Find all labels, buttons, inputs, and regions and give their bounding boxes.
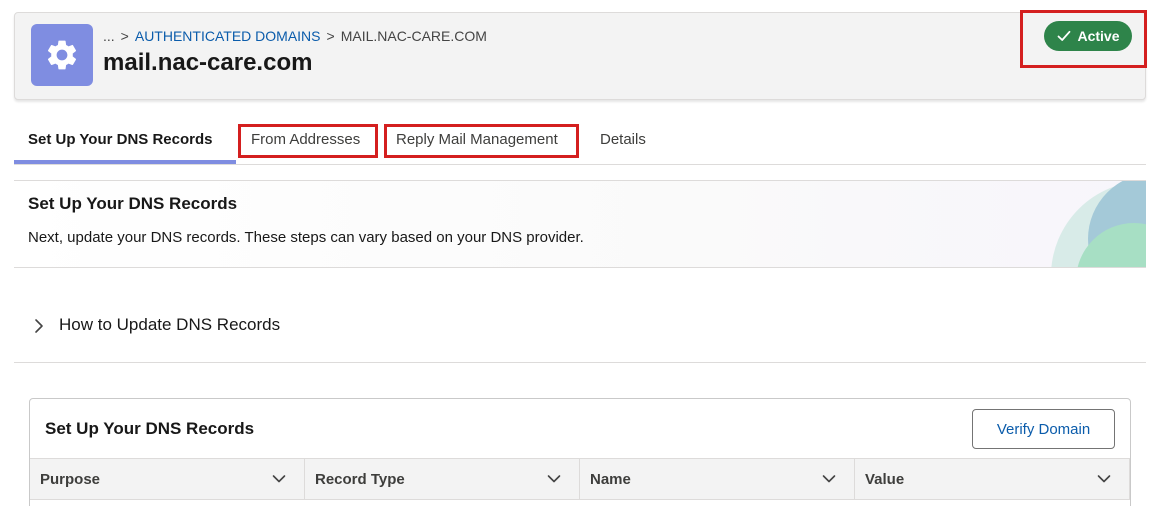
column-label: Purpose [40,470,101,488]
status-badge: Active [1044,21,1132,51]
verify-domain-button[interactable]: Verify Domain [972,409,1115,449]
tab-details[interactable]: Details [600,115,646,164]
chevron-down-icon[interactable] [272,474,286,484]
breadcrumb-current: MAIL.NAC-CARE.COM [340,28,487,44]
breadcrumb-link-authenticated-domains[interactable]: AUTHENTICATED DOMAINS [135,28,321,44]
accordion-label: How to Update DNS Records [59,315,281,334]
check-icon [1058,30,1071,41]
chevron-down-icon[interactable] [1097,474,1111,484]
table-header: Purpose Record Type Name Value [30,458,1130,500]
intro-banner: Set Up Your DNS Records Next, update you… [14,180,1146,268]
column-label: Name [590,470,631,488]
decorative-illustration [1051,181,1146,267]
breadcrumb-separator: > [120,28,129,44]
status-highlight-box: Active [1020,10,1147,68]
chevron-down-icon[interactable] [547,474,561,484]
tab-highlight-box [238,124,378,158]
dns-records-card: Set Up Your DNS Records Verify Domain Pu… [29,398,1131,506]
chevron-down-icon[interactable] [822,474,836,484]
tab-set-up-dns-records[interactable]: Set Up Your DNS Records [28,115,212,164]
status-label: Active [1077,28,1120,44]
breadcrumb-ellipsis[interactable]: ... [103,28,115,44]
page-title: mail.nac-care.com [103,49,313,76]
column-label: Value [865,470,905,488]
column-header-name[interactable]: Name [580,459,855,499]
column-header-purpose[interactable]: Purpose [30,459,305,499]
breadcrumb-separator: > [326,28,335,44]
active-tab-indicator [14,160,236,164]
column-header-value[interactable]: Value [855,459,1130,499]
column-label: Record Type [315,470,405,488]
intro-description: Next, update your DNS records. These ste… [28,229,584,246]
tab-highlight-box [384,124,579,158]
intro-title: Set Up Your DNS Records [28,194,238,213]
breadcrumb: ... > AUTHENTICATED DOMAINS > MAIL.NAC-C… [103,28,487,44]
gear-icon [47,40,77,70]
records-card-title: Set Up Your DNS Records [45,419,255,438]
record-header: ... > AUTHENTICATED DOMAINS > MAIL.NAC-C… [14,10,1147,100]
app-icon [31,24,93,86]
tab-bar: Set Up Your DNS Records From Addresses R… [14,115,1146,165]
how-to-update-accordion[interactable]: How to Update DNS Records [14,290,1146,363]
chevron-right-icon [35,319,43,333]
column-header-record-type[interactable]: Record Type [305,459,580,499]
